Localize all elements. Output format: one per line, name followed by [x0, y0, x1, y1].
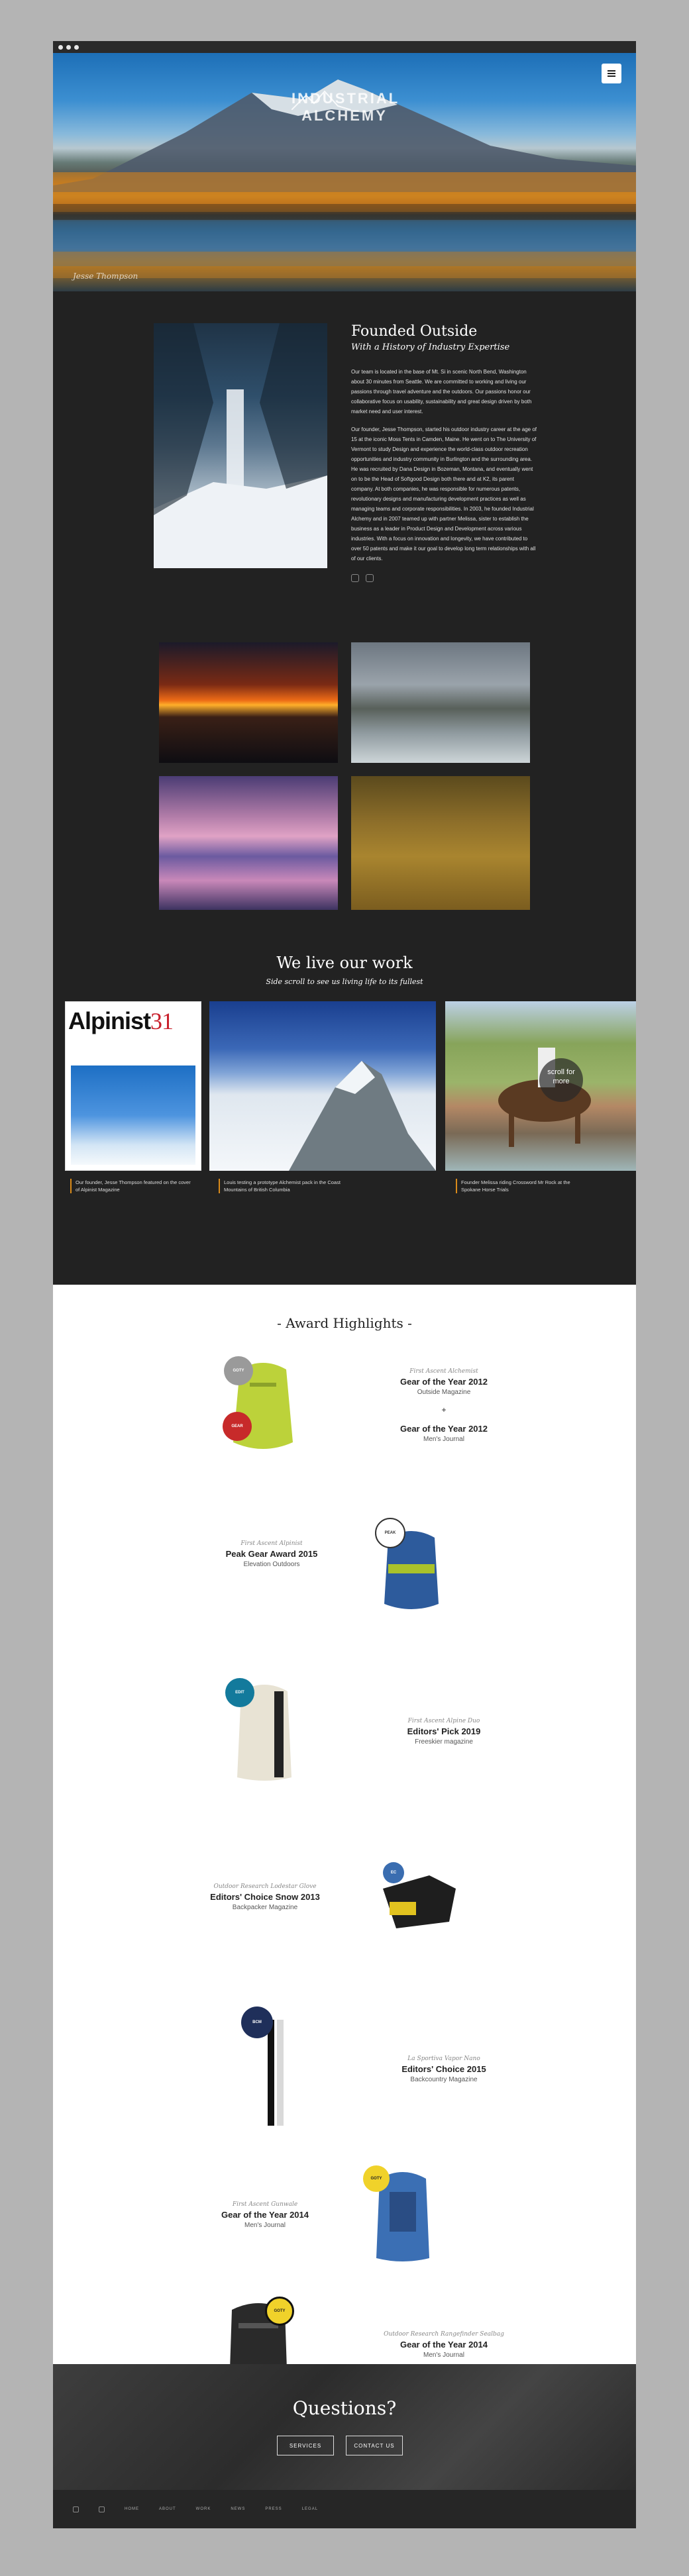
mountain-logo-icon — [292, 90, 351, 110]
award-product-glove: EC — [370, 1862, 462, 1938]
footer-nav-news[interactable]: NEWS — [231, 2507, 245, 2511]
award-product-pack: GOTY GEAR — [223, 1356, 299, 1459]
footer-nav-work[interactable]: WORK — [196, 2507, 211, 2511]
award-text: First Ascent Alpine Duo Editors' Pick 20… — [364, 1718, 523, 1746]
award-publication: Elevation Outdoors — [243, 1561, 300, 1568]
hero-banner: INDUSTRIAL ALCHEMY Jesse Thompson — [53, 53, 636, 291]
magazine-name: Alpinist — [68, 1007, 151, 1034]
award-maker: First Ascent Gunwale — [232, 2201, 298, 2208]
award-maker: First Ascent Alpine Duo — [407, 1718, 480, 1724]
award-maker: First Ascent Alpinist — [240, 1540, 303, 1547]
award-text: La Sportiva Vapor Nano Editors' Choice 2… — [364, 2056, 523, 2083]
photographer-signature: Jesse Thompson — [73, 272, 138, 281]
award-text: Outdoor Research Lodestar Glove Editors'… — [186, 1883, 344, 1911]
award-name: Editors' Choice Snow 2013 — [210, 1892, 320, 1902]
award-badge: EDIT — [225, 1678, 254, 1707]
award-product-pack: PEAK — [375, 1518, 448, 1620]
award-text: First Ascent Gunwale Gear of the Year 20… — [186, 2201, 344, 2229]
sunset-lake-photo — [159, 642, 338, 763]
award-publication: Freeskier magazine — [415, 1738, 473, 1746]
facebook-icon[interactable] — [366, 574, 374, 582]
scroll-more-button[interactable]: scroll for more — [539, 1058, 583, 1102]
hamburger-icon — [608, 73, 615, 74]
magazine-cover-photo — [71, 1065, 195, 1165]
founded-paragraph: Our founder, Jesse Thompson, started his… — [351, 426, 537, 562]
award-maker: Outdoor Research Lodestar Glove — [213, 1883, 317, 1890]
award-publication: Backcountry Magazine — [410, 2076, 478, 2083]
awards-title: - Award Highlights - — [277, 1315, 412, 1331]
instagram-icon[interactable] — [351, 574, 359, 582]
award-text: First Ascent Alchemist Gear of the Year … — [364, 1368, 523, 1443]
work-title: We live our work — [276, 954, 413, 972]
award-badge: GEAR — [223, 1412, 252, 1441]
award-badge: GOTY — [265, 2297, 294, 2326]
magazine-issue: 31 — [150, 1008, 174, 1034]
award-text: Outdoor Research Rangefinder Sealbag Gea… — [364, 2331, 523, 2359]
questions-title: Questions? — [292, 2397, 397, 2419]
award-maker: La Sportiva Vapor Nano — [407, 2056, 480, 2062]
award-text: First Ascent Alpinist Peak Gear Award 20… — [192, 1540, 351, 1568]
instagram-icon[interactable] — [73, 2506, 79, 2512]
award-name: Gear of the Year 2014 — [221, 2210, 309, 2220]
award-publication: Men's Journal — [423, 1436, 464, 1443]
window-dot[interactable] — [58, 44, 63, 50]
magazine-title: Alpinist31 — [68, 1007, 174, 1035]
awards-section: - Award Highlights - GOTY GEAR First Asc… — [53, 1285, 636, 2393]
award-badge: GOTY — [224, 1356, 253, 1385]
work-caption: Louis testing a prototype Alchemist pack… — [219, 1179, 344, 1193]
award-name: Gear of the Year 2014 — [399, 2340, 488, 2350]
award-product-pack: EDIT — [225, 1678, 301, 1787]
pink-winter-lake-photo — [159, 776, 338, 910]
about-section: Founded Outside With a History of Indust… — [53, 291, 636, 1285]
award-publication: Men's Journal — [423, 2352, 464, 2359]
award-name: Gear of the Year 2012 — [399, 1424, 488, 1434]
footer-nav-legal[interactable]: LEGAL — [302, 2507, 318, 2511]
services-button[interactable]: SERVICES — [277, 2436, 334, 2455]
award-name: Editors' Pick 2019 — [407, 1726, 481, 1736]
award-maker: First Ascent Alchemist — [409, 1368, 478, 1375]
window-dot[interactable] — [66, 44, 71, 50]
snowy-river-photo — [351, 642, 530, 763]
waterfall-photo — [154, 323, 327, 568]
award-badge: BCM — [241, 2006, 273, 2038]
page-frame: INDUSTRIAL ALCHEMY Jesse Thompson Founde… — [53, 41, 636, 2528]
founded-subtitle: With a History of Industry Expertise — [351, 342, 510, 352]
brand-logo[interactable]: INDUSTRIAL ALCHEMY — [292, 90, 398, 124]
award-product-pack: GOTY — [363, 2165, 443, 2268]
award-name: Gear of the Year 2012 — [399, 1377, 488, 1387]
alpinist-cover-card[interactable]: Alpinist31 — [65, 1001, 201, 1171]
founded-paragraph: Our team is located in the base of Mt. S… — [351, 369, 532, 415]
footer-nav-about[interactable]: ABOUT — [159, 2507, 176, 2511]
footer: HOME ABOUT WORK NEWS PRESS LEGAL — [53, 2490, 636, 2528]
founded-text-block: Founded Outside With a History of Indust… — [351, 323, 537, 582]
footer-nav-home[interactable]: HOME — [125, 2507, 139, 2511]
work-subtitle: Side scroll to see us living life to its… — [266, 977, 423, 986]
award-publication: Outside Magazine — [417, 1389, 471, 1396]
award-publication: Backpacker Magazine — [232, 1904, 298, 1911]
facebook-icon[interactable] — [99, 2506, 105, 2512]
hero-landscape — [53, 79, 636, 278]
award-name: Editors' Choice 2015 — [401, 2064, 486, 2074]
climbing-photo-card[interactable] — [209, 1001, 436, 1171]
award-badge: PEAK — [375, 1518, 405, 1548]
contact-button[interactable]: CONTACT US — [346, 2436, 403, 2455]
award-maker: Outdoor Research Rangefinder Sealbag — [384, 2331, 504, 2338]
window-dot[interactable] — [74, 44, 79, 50]
elk-meadow-photo — [351, 776, 530, 910]
award-plus: + — [441, 1405, 447, 1414]
award-badge: GOTY — [363, 2165, 390, 2192]
questions-section: Questions? SERVICES CONTACT US — [53, 2364, 636, 2490]
award-name: Peak Gear Award 2015 — [225, 1549, 318, 1559]
footer-nav-press[interactable]: PRESS — [265, 2507, 282, 2511]
work-caption: Founder Melissa riding Crossword Mr Rock… — [456, 1179, 582, 1193]
work-caption: Our founder, Jesse Thompson featured on … — [70, 1179, 196, 1193]
browser-bar — [53, 41, 636, 53]
award-publication: Men's Journal — [244, 2222, 286, 2229]
award-product-skis: BCM — [241, 2006, 301, 2129]
founded-title: Founded Outside — [351, 323, 478, 340]
award-badge: EC — [383, 1862, 404, 1883]
menu-button[interactable] — [602, 64, 621, 83]
social-links — [351, 574, 537, 582]
